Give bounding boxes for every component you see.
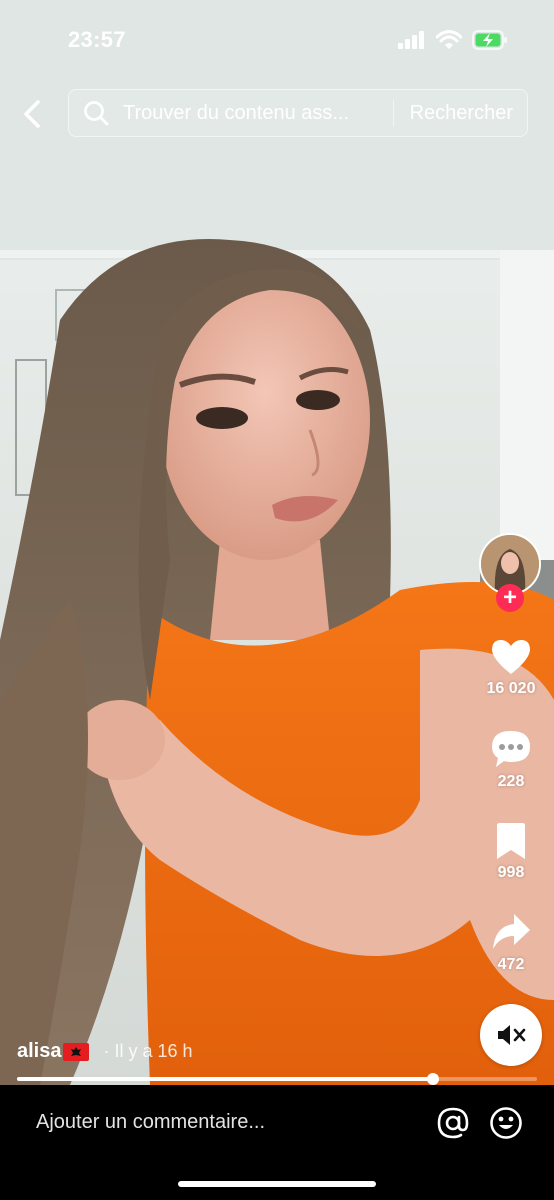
search-bar[interactable]: Trouver du contenu ass... Rechercher xyxy=(68,89,528,137)
at-sign-icon xyxy=(437,1107,469,1139)
heart-icon xyxy=(492,640,530,674)
mention-button[interactable] xyxy=(435,1105,471,1141)
progress-fill xyxy=(17,1077,433,1081)
comment-count: 228 xyxy=(497,773,525,790)
wifi-icon xyxy=(435,30,463,55)
video-progress-bar[interactable] xyxy=(17,1073,537,1085)
comment-button[interactable]: 228 xyxy=(476,729,546,791)
back-button[interactable] xyxy=(14,96,50,132)
comment-input[interactable]: Ajouter un commentaire... xyxy=(36,1111,265,1134)
share-count: 472 xyxy=(497,956,525,973)
mute-button[interactable] xyxy=(480,1004,542,1066)
comment-bar: Ajouter un commentaire... xyxy=(0,1085,554,1200)
home-indicator xyxy=(178,1181,376,1187)
share-button[interactable]: 472 xyxy=(476,912,546,974)
chevron-left-icon xyxy=(24,100,40,128)
emoji-icon xyxy=(490,1107,522,1139)
status-icons xyxy=(398,30,508,55)
bookmark-icon xyxy=(497,823,525,859)
speaker-muted-icon xyxy=(498,1025,526,1045)
signal-bars-icon xyxy=(398,31,426,54)
comment-bubble-icon xyxy=(492,731,530,767)
like-count: 16 020 xyxy=(486,680,536,697)
search-divider xyxy=(392,100,394,126)
plus-icon: + xyxy=(502,584,517,611)
progress-thumb[interactable] xyxy=(427,1073,439,1085)
search-icon xyxy=(83,100,119,126)
battery-charging-icon xyxy=(472,30,508,55)
follow-button[interactable]: + xyxy=(496,584,524,612)
creator-avatar[interactable]: + xyxy=(479,533,541,612)
status-time: 23:57 xyxy=(68,27,126,52)
username[interactable]: alisa xyxy=(17,1040,61,1063)
albania-flag-icon xyxy=(63,1042,90,1061)
bookmark-button[interactable]: 998 xyxy=(476,822,546,882)
post-time: · Il y a 16 h xyxy=(103,1041,193,1061)
emoji-button[interactable] xyxy=(488,1105,524,1141)
like-button[interactable]: 16 020 xyxy=(476,638,546,698)
search-input[interactable]: Trouver du contenu ass... xyxy=(123,102,385,125)
share-arrow-icon xyxy=(493,914,530,949)
video-caption: alisa · Il y a 16 h xyxy=(17,1040,193,1063)
video-player[interactable] xyxy=(0,0,554,1085)
video-frame xyxy=(0,0,554,1085)
search-submit-button[interactable]: Rechercher xyxy=(410,102,513,125)
bookmark-count: 998 xyxy=(497,864,525,881)
